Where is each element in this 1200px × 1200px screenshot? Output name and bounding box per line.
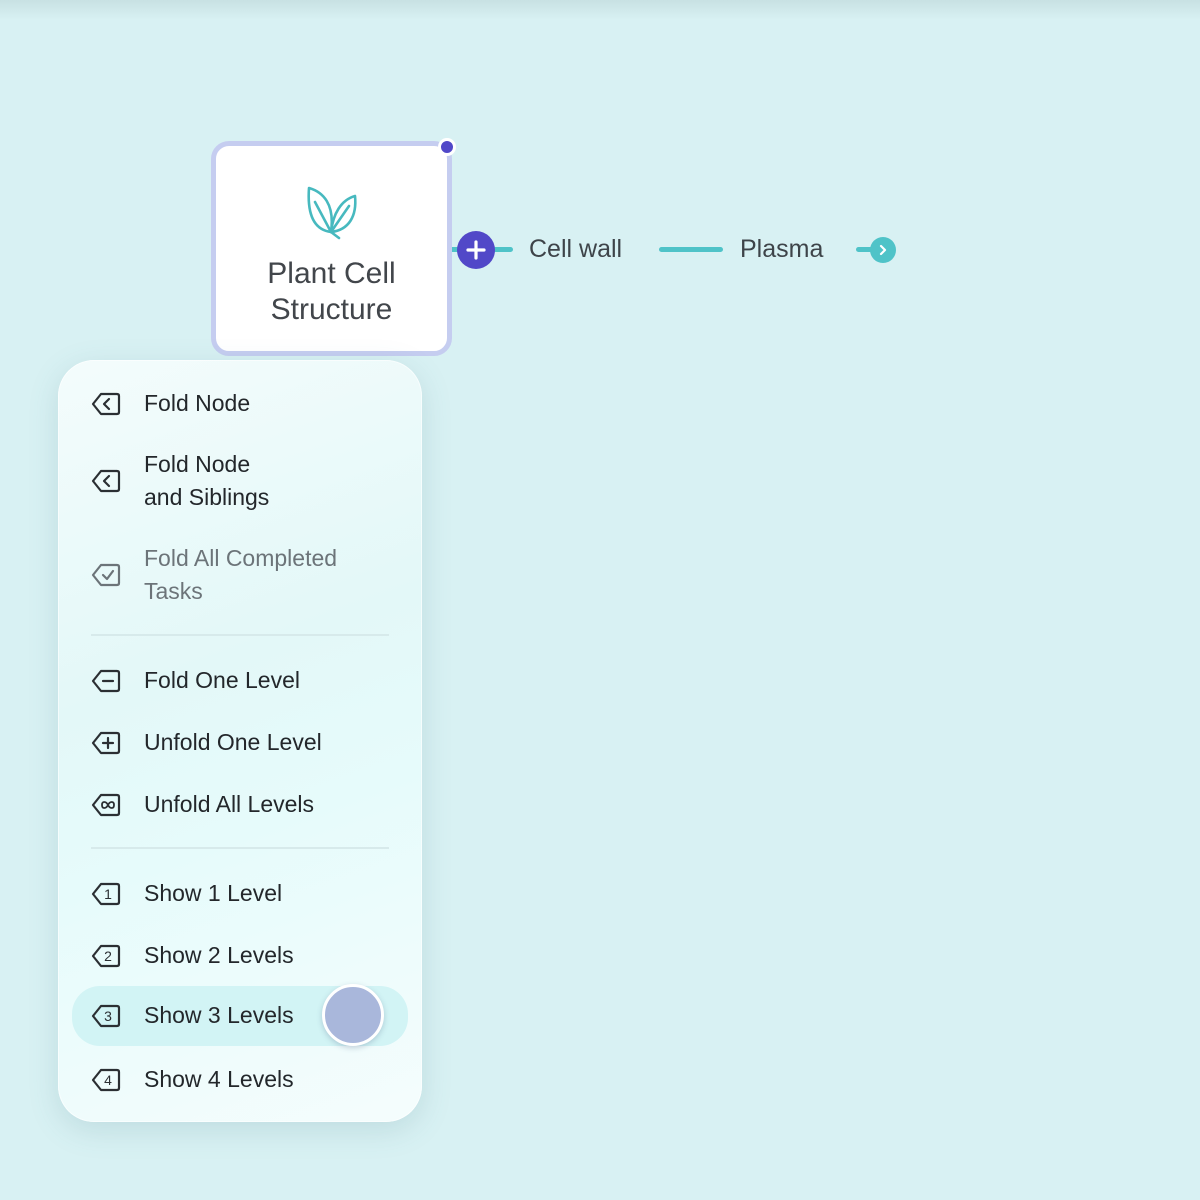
menu-item-label: Show 4 Levels (144, 1066, 294, 1092)
fold-node-icon (91, 392, 121, 416)
top-toolbar-shadow (0, 0, 1200, 20)
connector-plus-cellwall (493, 247, 513, 252)
central-topic-title: Plant Cell Structure (267, 257, 396, 326)
leaf-icon (306, 186, 357, 240)
level-2-icon: 2 (91, 944, 121, 968)
menu-item-fold-node-and-siblings[interactable]: Fold Node and Siblings (72, 448, 408, 514)
menu-divider (91, 847, 389, 849)
fold-level-icon (91, 669, 121, 693)
check-fold-icon (91, 563, 121, 587)
unfold-level-icon (91, 731, 121, 755)
menu-item-fold-node[interactable]: Fold Node (72, 386, 408, 422)
svg-text:3: 3 (104, 1008, 112, 1024)
add-topic-button[interactable] (457, 231, 495, 269)
menu-item-show-4-levels[interactable]: 4 Show 4 Levels (72, 1062, 408, 1098)
chevron-right-icon (879, 244, 887, 256)
menu-item-show-2-levels[interactable]: 2 Show 2 Levels (72, 938, 408, 974)
menu-item-label: Fold One Level (144, 667, 300, 693)
menu-divider (91, 634, 389, 636)
menu-item-label: Show 1 Level (144, 880, 283, 906)
menu-item-label: Show 3 Levels (144, 1002, 294, 1028)
connector-cellwall-plasma (659, 247, 723, 252)
menu-item-label: Fold Node and Siblings (144, 451, 270, 510)
menu-item-unfold-one-level[interactable]: Unfold One Level (72, 725, 408, 761)
level-4-icon: 4 (91, 1068, 121, 1092)
menu-item-fold-one-level[interactable]: Fold One Level (72, 663, 408, 699)
fold-siblings-icon (91, 469, 121, 493)
menu-item-label: Show 2 Levels (144, 942, 294, 968)
branch-topic-plasma[interactable]: Plasma (740, 234, 823, 264)
menu-item-label: Unfold One Level (144, 729, 322, 755)
level-3-icon: 3 (91, 1004, 121, 1028)
menu-item-label: Fold Node (144, 390, 251, 416)
menu-item-fold-completed-tasks[interactable]: Fold All Completed Tasks (72, 542, 408, 608)
menu-item-unfold-all-levels[interactable]: Unfold All Levels (72, 787, 408, 823)
menu-item-show-1-level[interactable]: 1 Show 1 Level (72, 876, 408, 912)
plus-icon (466, 240, 486, 260)
svg-text:4: 4 (104, 1072, 112, 1088)
branch-topic-cell-wall[interactable]: Cell wall (529, 234, 622, 264)
level-1-icon: 1 (91, 882, 121, 906)
menu-item-label: Unfold All Levels (144, 791, 315, 817)
resize-handle[interactable] (438, 138, 456, 156)
central-topic-node[interactable]: Plant Cell Structure (211, 141, 452, 356)
svg-text:1: 1 (104, 886, 112, 902)
menu-item-label: Fold All Completed Tasks (144, 545, 338, 604)
touch-indicator (322, 984, 384, 1046)
svg-text:2: 2 (104, 948, 112, 964)
unfold-all-icon (91, 793, 121, 817)
expand-branch-button[interactable] (870, 237, 896, 263)
